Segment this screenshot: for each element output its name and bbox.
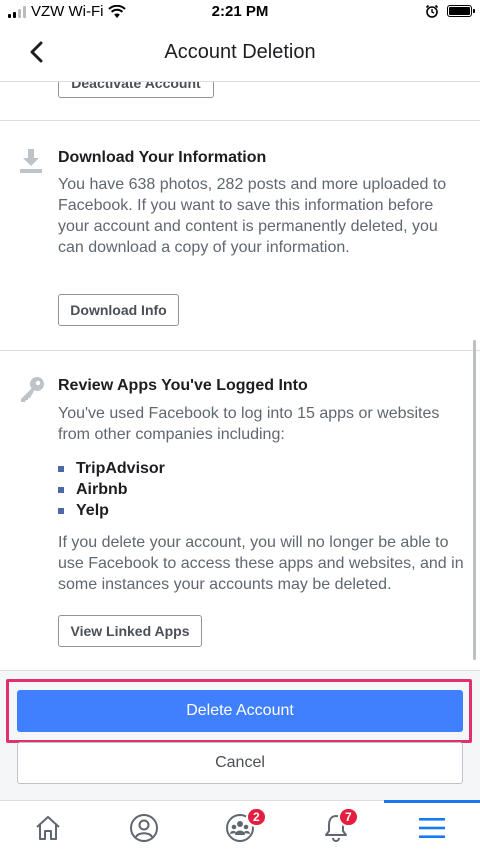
status-bar: VZW Wi-Fi 2:21 PM [0, 0, 480, 24]
tab-profile[interactable] [96, 801, 192, 853]
navigation-header: Account Deletion [0, 24, 480, 82]
page-title: Account Deletion [164, 41, 316, 63]
action-area: Delete Account Cancel [0, 670, 480, 800]
tab-home[interactable] [0, 801, 96, 853]
tab-notifications[interactable]: 7 [288, 801, 384, 853]
download-info-button[interactable]: Download Info [58, 294, 179, 326]
download-info-title: Download Your Information [58, 149, 267, 166]
cancel-button[interactable]: Cancel [17, 742, 463, 784]
groups-badge: 2 [246, 807, 267, 827]
bullet-icon [58, 486, 64, 493]
download-info-description: You have 638 photos, 282 posts and more … [58, 176, 447, 256]
scrollbar[interactable] [473, 340, 476, 660]
list-item: Yelp [58, 500, 165, 521]
delete-account-button[interactable]: Delete Account [17, 690, 463, 732]
list-item: Airbnb [58, 479, 165, 500]
hamburger-menu-icon [419, 817, 445, 838]
home-icon [36, 815, 60, 840]
tab-groups[interactable]: 2 [192, 801, 288, 853]
battery-icon [447, 5, 475, 17]
scroll-content[interactable]: Deactivate Account Download Your Informa… [0, 82, 480, 670]
profile-icon [130, 813, 158, 842]
bullet-icon [58, 465, 64, 472]
app-name: Airbnb [76, 480, 128, 498]
linked-apps-title: Review Apps You've Logged Into [58, 377, 308, 394]
linked-apps-description: You've used Facebook to log into 15 apps… [58, 405, 440, 443]
linked-apps-list: TripAdvisor Airbnb Yelp [58, 458, 165, 521]
linked-apps-section: Review Apps You've Logged Into You've us… [0, 351, 480, 670]
bottom-tab-bar: 2 7 [0, 800, 480, 853]
deactivate-account-button[interactable]: Deactivate Account [58, 82, 214, 98]
app-name: TripAdvisor [76, 459, 165, 477]
view-linked-apps-button[interactable]: View Linked Apps [58, 615, 202, 647]
list-item: TripAdvisor [58, 458, 165, 479]
tab-menu[interactable] [384, 800, 480, 853]
delete-warning-text: If you delete your account, you will no … [58, 534, 464, 593]
notifications-badge: 7 [338, 807, 359, 827]
download-icon [20, 149, 42, 173]
clock: 2:21 PM [211, 3, 269, 20]
alarm-icon [425, 4, 439, 18]
status-bar-right [425, 4, 475, 18]
key-icon [21, 377, 44, 402]
download-info-section: Download Your Information You have 638 p… [0, 121, 480, 349]
bullet-icon [58, 507, 64, 514]
app-name: Yelp [76, 501, 109, 519]
